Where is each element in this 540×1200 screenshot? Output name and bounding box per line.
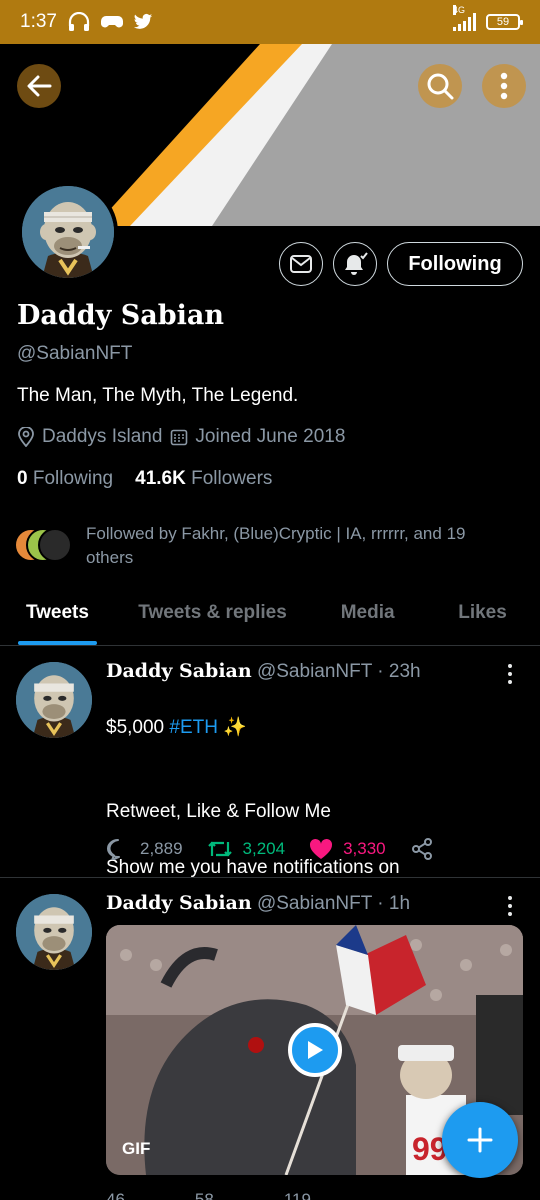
share-icon: [411, 838, 432, 860]
profile-name: Daddy Sabian: [17, 300, 225, 331]
arrow-left-icon: [27, 75, 52, 97]
share-button[interactable]: [410, 837, 434, 861]
tweet-more-button[interactable]: [500, 894, 520, 918]
compose-tweet-button[interactable]: [442, 1102, 518, 1178]
tab-media[interactable]: Media: [310, 592, 425, 645]
like-button[interactable]: 3,330: [309, 838, 386, 860]
like-count[interactable]: 119: [284, 1190, 311, 1200]
tweet-avatar[interactable]: [16, 662, 92, 738]
profile-joined: Joined June 2018: [170, 426, 345, 448]
followers-count: 41.6K: [135, 468, 186, 489]
sparkle-emoji: ✨: [223, 717, 247, 738]
tweet-prize: $5,000: [106, 717, 170, 738]
tweet-header: Daddy Sabian @SabianNFT · 23h: [106, 660, 421, 683]
following-button[interactable]: Following: [387, 242, 523, 286]
play-button[interactable]: [288, 1023, 342, 1077]
follower-avatars: [14, 528, 74, 562]
more-vertical-icon: [500, 72, 508, 100]
following-label: Following: [32, 468, 114, 489]
gif-badge: GIF: [122, 1139, 151, 1158]
tweet-more-button[interactable]: [500, 662, 520, 686]
tweet-first-line: $5,000 #ETH ✨: [106, 714, 516, 742]
tweet-time: · 23h: [377, 661, 421, 682]
profile-avatar[interactable]: [18, 182, 118, 282]
like-count: 3,330: [343, 839, 386, 858]
status-time: 1:37: [20, 11, 57, 32]
reply-count: 2,889: [140, 839, 183, 858]
followed-by[interactable]: Followed by Fakhr, (Blue)Cryptic | IA, r…: [14, 522, 506, 570]
tweet-author-name[interactable]: Daddy Sabian: [106, 892, 252, 914]
headphones-icon: [68, 12, 90, 31]
profile-bio: The Man, The Myth, The Legend.: [17, 385, 299, 406]
following-stat[interactable]: 0 Following: [17, 468, 113, 490]
play-icon: [308, 1041, 323, 1059]
ape-avatar-image: [22, 186, 114, 278]
notifications-button[interactable]: [333, 242, 377, 286]
tab-tweets[interactable]: Tweets: [0, 592, 115, 645]
profile-handle: @SabianNFT: [17, 343, 133, 364]
reply-count[interactable]: 46: [106, 1190, 125, 1200]
location-pin-icon: [18, 427, 34, 447]
profile-location: Daddys Island: [17, 426, 162, 448]
status-notification-icons: [67, 12, 153, 32]
followers-stat[interactable]: 41.6K Followers: [135, 468, 272, 490]
location-text: Daddys Island: [42, 426, 163, 447]
battery-icon: 59: [486, 14, 523, 30]
message-button[interactable]: [279, 242, 323, 286]
network-type: 4G: [453, 5, 466, 15]
reply-icon: [107, 839, 120, 860]
tweet-actions: 2,889 3,204 3,330: [106, 837, 434, 861]
follower-avatar: [38, 528, 72, 562]
following-count: 0: [17, 468, 28, 489]
reply-button[interactable]: 2,889: [106, 838, 183, 860]
tweet-header: Daddy Sabian @SabianNFT · 1h: [106, 892, 410, 915]
battery-level: 59: [496, 16, 510, 28]
ape-avatar-image: [16, 662, 92, 738]
tweet-author-handle: @SabianNFT: [256, 893, 373, 914]
tweet[interactable]: Daddy Sabian @SabianNFT · 23h $5,000 #ET…: [0, 646, 540, 878]
plus-icon: [467, 1127, 493, 1153]
followed-by-text: Followed by Fakhr, (Blue)Cryptic | IA, r…: [86, 524, 466, 567]
tweet-author-handle: @SabianNFT: [256, 661, 373, 682]
retweet-button[interactable]: 3,204: [207, 838, 286, 860]
hashtag-link[interactable]: #ETH: [169, 717, 218, 738]
tweet-text: $5,000 #ETH ✨ Retweet, Like & Follow Me …: [106, 686, 516, 910]
followers-label: Followers: [191, 468, 273, 489]
profile-meta: Daddys Island Joined June 2018: [17, 426, 345, 448]
tweet-actions-peek: 46 58 119: [106, 1190, 311, 1200]
tweet-time: · 1h: [377, 893, 411, 914]
retweet-icon: [207, 841, 232, 857]
tab-tweets-replies[interactable]: Tweets & replies: [115, 592, 310, 645]
heart-icon: [310, 838, 333, 859]
profile-tabs: Tweets Tweets & replies Media Likes: [0, 592, 540, 646]
retweet-count[interactable]: 58: [195, 1190, 214, 1200]
retweet-count: 3,204: [242, 839, 286, 858]
tweet-avatar[interactable]: [16, 894, 92, 970]
search-icon: [427, 73, 454, 100]
tweet-author-name[interactable]: Daddy Sabian: [106, 660, 252, 682]
bell-check-icon: [345, 252, 368, 275]
calendar-icon: [171, 429, 188, 446]
twitter-bird-icon: [133, 13, 153, 29]
search-button[interactable]: [418, 64, 462, 108]
tab-likes[interactable]: Likes: [425, 592, 540, 645]
envelope-icon: [290, 255, 312, 273]
status-bar: 1:37 4G 59: [0, 0, 540, 44]
joined-text: Joined June 2018: [195, 426, 346, 447]
game-controller-icon: [100, 16, 123, 28]
more-options-button[interactable]: [482, 64, 526, 108]
ape-avatar-image: [16, 894, 92, 970]
signal-strength-icon: 4G: [453, 5, 476, 31]
follow-stats: 0 Following 41.6K Followers: [17, 468, 272, 490]
back-button[interactable]: [17, 64, 61, 108]
